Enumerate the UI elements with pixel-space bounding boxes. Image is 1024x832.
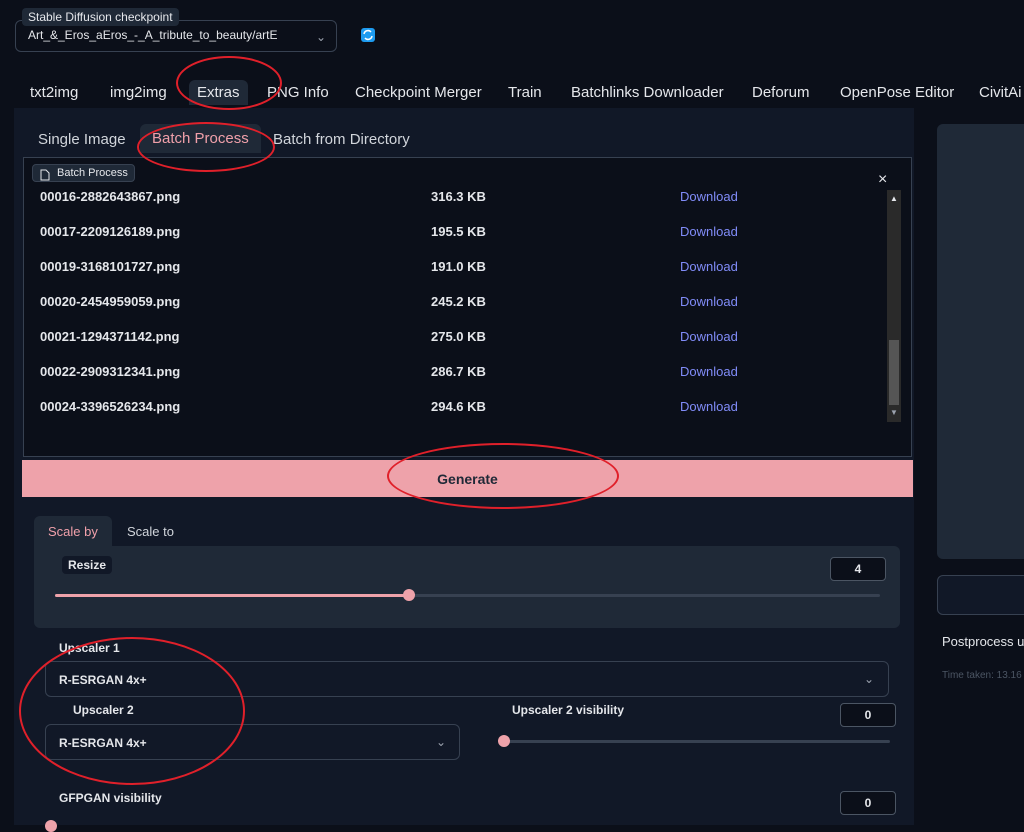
file-name: 00019-3168101727.png [40,259,181,274]
file-size: 245.2 KB [431,294,486,309]
gfpgan-visibility-input[interactable]: 0 [840,791,896,815]
tab-train[interactable]: Train [508,84,542,101]
annotation-ellipse [387,443,619,509]
close-icon[interactable]: × [878,171,887,189]
file-size: 275.0 KB [431,329,486,344]
resize-slider-fill [55,594,409,597]
tab-civitai[interactable]: CivitAi [979,84,1022,101]
tab-openpose-editor[interactable]: OpenPose Editor [840,84,954,101]
file-name: 00017-2209126189.png [40,224,181,239]
annotation-ellipse [137,122,275,172]
annotation-ellipse [176,56,282,110]
file-size: 191.0 KB [431,259,486,274]
gfpgan-visibility-slider-handle[interactable] [45,820,57,832]
file-name: 00022-2909312341.png [40,364,181,379]
download-link[interactable]: Download [680,399,738,414]
file-size: 286.7 KB [431,364,486,379]
tab-checkpoint-merger[interactable]: Checkpoint Merger [355,84,482,101]
scroll-up-icon[interactable]: ▲ [890,194,898,203]
chevron-down-icon[interactable]: ⌄ [316,30,326,44]
checkpoint-label: Stable Diffusion checkpoint [22,8,179,26]
refresh-icon[interactable] [361,28,375,42]
upscaler2-visibility-input[interactable]: 0 [840,703,896,727]
tab-img2img[interactable]: img2img [110,84,167,101]
output-textbox[interactable] [937,575,1024,615]
resize-label: Resize [62,556,113,574]
file-name: 00021-1294371142.png [40,329,180,344]
tab-batchlinks-downloader[interactable]: Batchlinks Downloader [571,84,724,101]
tab-txt2img[interactable]: txt2img [30,84,78,101]
checkpoint-value: Art_&_Eros_aEros_-_A_tribute_to_beauty/a… [28,28,278,42]
download-link[interactable]: Download [680,259,738,274]
tab-deforum[interactable]: Deforum [752,84,810,101]
tab-scale-to[interactable]: Scale to [127,524,174,539]
tab-single-image[interactable]: Single Image [38,131,126,148]
file-icon [40,168,50,184]
output-gallery [937,124,1024,559]
file-size: 294.6 KB [431,399,486,414]
tab-scale-by[interactable]: Scale by [34,516,112,547]
annotation-ellipse [19,637,245,785]
scrollbar-thumb[interactable] [889,340,899,405]
file-name: 00016-2882643867.png [40,189,181,204]
download-link[interactable]: Download [680,329,738,344]
chevron-down-icon[interactable]: ⌄ [864,672,874,686]
resize-number-input[interactable]: 4 [830,557,886,581]
tab-batch-from-directory[interactable]: Batch from Directory [273,131,410,148]
postprocess-text: Postprocess up [942,634,1024,649]
download-link[interactable]: Download [680,294,738,309]
download-link[interactable]: Download [680,189,738,204]
download-link[interactable]: Download [680,224,738,239]
gfpgan-visibility-label: GFPGAN visibility [59,791,162,805]
file-name: 00024-3396526234.png [40,399,181,414]
upscaler2-visibility-slider-track[interactable] [504,740,890,743]
download-link[interactable]: Download [680,364,738,379]
file-name: 00020-2454959059.png [40,294,181,309]
scale-panel [34,546,900,628]
file-size: 195.5 KB [431,224,486,239]
upscaler2-visibility-slider-handle[interactable] [498,735,510,747]
scroll-down-icon[interactable]: ▼ [890,408,898,417]
time-taken-text: Time taken: 13.16 [942,670,1022,681]
file-size: 316.3 KB [431,189,486,204]
chevron-down-icon[interactable]: ⌄ [436,735,446,749]
upscaler2-visibility-label: Upscaler 2 visibility [512,703,625,717]
resize-slider-handle[interactable] [403,589,415,601]
